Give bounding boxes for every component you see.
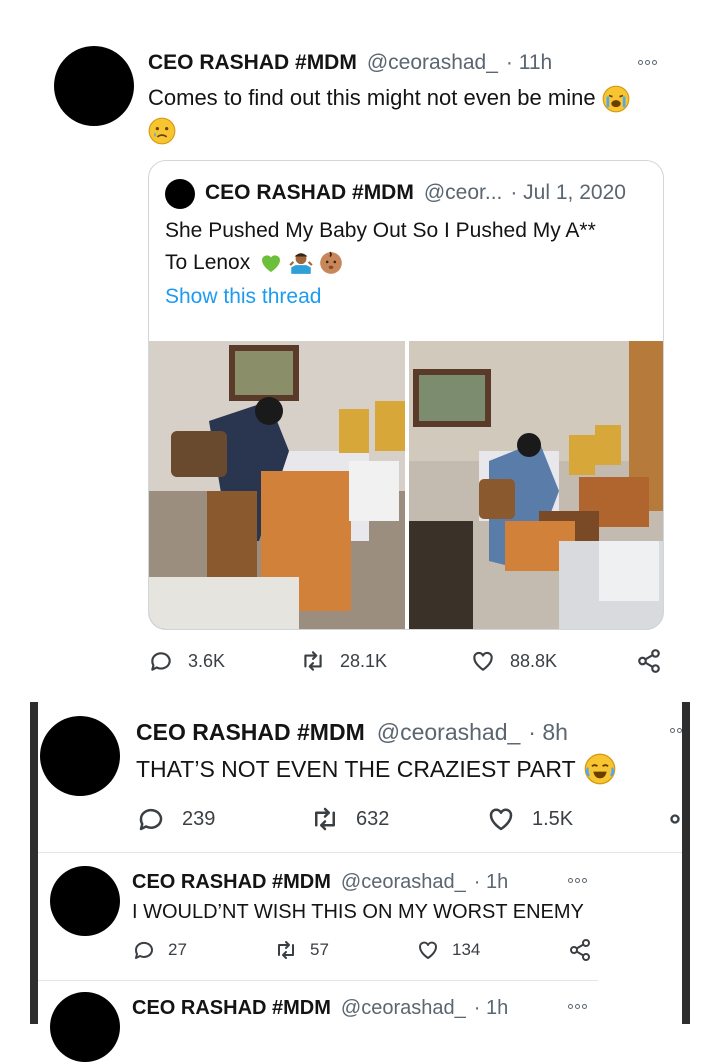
share-icon xyxy=(670,814,680,824)
like-button[interactable]: 88.8K xyxy=(470,648,557,674)
tweet-text-content: THAT’S NOT EVEN THE CRAZIEST PART xyxy=(136,755,576,782)
reply-button[interactable]: 239 xyxy=(136,804,215,834)
author-handle[interactable]: @ceorashad_ xyxy=(367,51,498,75)
retweet-button[interactable]: 632 xyxy=(310,804,389,834)
share-button[interactable] xyxy=(668,804,682,834)
quoted-date: · Jul 1, 2020 xyxy=(510,181,626,204)
like-count: 1.5K xyxy=(532,807,574,830)
avatar[interactable] xyxy=(40,716,120,796)
author-handle[interactable]: @ceorashad_ xyxy=(341,997,466,1020)
reply-icon xyxy=(136,804,166,834)
tweet-header: CEO RASHAD #MDM @ceorashad_ · 1h xyxy=(132,868,508,896)
show-thread-link[interactable]: Show this thread xyxy=(165,285,321,309)
reply-count: 239 xyxy=(182,807,216,830)
quoted-photo-2[interactable] xyxy=(409,341,663,629)
like-button[interactable]: 1.5K xyxy=(486,804,573,834)
retweet-icon xyxy=(274,938,298,962)
like-icon xyxy=(486,804,516,834)
author-name[interactable]: CEO RASHAD #MDM xyxy=(136,719,365,746)
like-count: 88.8K xyxy=(510,650,558,671)
reply-button[interactable]: 27 xyxy=(132,938,187,962)
retweet-icon xyxy=(310,804,340,834)
like-icon xyxy=(416,938,440,962)
author-name[interactable]: CEO RASHAD #MDM xyxy=(132,997,331,1020)
face-with-tears-of-joy-icon xyxy=(584,753,616,785)
author-handle[interactable]: @ceorashad_ xyxy=(341,871,466,894)
tweet-text-content: I WOULD’NT WISH THIS ON MY WORST ENEMY xyxy=(132,901,584,923)
retweet-count: 28.1K xyxy=(340,650,388,671)
like-button[interactable]: 134 xyxy=(416,938,480,962)
share-icon xyxy=(568,938,592,962)
retweet-button[interactable]: 28.1K xyxy=(300,648,387,674)
frame-left-edge xyxy=(30,702,38,1024)
tweet-text-content: Comes to find out this might not even be… xyxy=(148,85,596,110)
timestamp[interactable]: · 1h xyxy=(474,997,508,1020)
loudly-crying-face-icon xyxy=(602,85,630,113)
reply-count: 3.6K xyxy=(188,650,226,671)
share-button[interactable] xyxy=(636,648,662,674)
retweet-count: 632 xyxy=(356,807,390,830)
avatar[interactable] xyxy=(50,992,120,1062)
like-count: 134 xyxy=(452,940,481,959)
crying-face-icon xyxy=(148,117,176,145)
reply-button[interactable]: 3.6K xyxy=(148,648,225,674)
tweet-header: CEO RASHAD #MDM @ceorashad_ · 1h xyxy=(132,994,508,1022)
retweet-icon xyxy=(300,648,326,674)
quoted-tweet-card[interactable]: CEO RASHAD #MDM @ceor... · Jul 1, 2020 S… xyxy=(148,160,664,630)
avatar[interactable] xyxy=(54,46,134,126)
quoted-photo-1[interactable] xyxy=(149,341,405,629)
quoted-author-handle: @ceor... xyxy=(423,181,503,204)
share-button[interactable] xyxy=(568,938,592,962)
reply-icon xyxy=(132,938,156,962)
timestamp[interactable]: · 8h xyxy=(528,719,568,746)
baby-icon xyxy=(320,251,343,274)
reply-icon xyxy=(148,648,174,674)
more-icon[interactable] xyxy=(670,728,682,733)
timestamp[interactable]: · 11h xyxy=(506,51,552,75)
green-heart-icon xyxy=(262,255,281,272)
more-icon[interactable] xyxy=(638,60,657,65)
quoted-author-name: CEO RASHAD #MDM xyxy=(205,181,414,204)
share-icon xyxy=(636,648,662,674)
man-shrugging-icon xyxy=(289,253,313,274)
like-icon xyxy=(470,648,496,674)
divider xyxy=(38,980,598,981)
author-name[interactable]: CEO RASHAD #MDM xyxy=(148,51,357,75)
retweet-button[interactable]: 57 xyxy=(274,938,329,962)
retweet-count: 57 xyxy=(310,940,329,959)
avatar[interactable] xyxy=(50,866,120,936)
more-icon[interactable] xyxy=(568,878,587,883)
quoted-text: She Pushed My Baby Out So I Pushed My A*… xyxy=(165,215,655,279)
quoted-avatar xyxy=(165,179,195,209)
more-icon[interactable] xyxy=(568,1004,587,1009)
quoted-header: CEO RASHAD #MDM @ceor... · Jul 1, 2020 xyxy=(205,177,626,209)
tweet-header: CEO RASHAD #MDM @ceorashad_ · 11h xyxy=(148,48,552,78)
author-name[interactable]: CEO RASHAD #MDM xyxy=(132,871,331,894)
tweet-text: THAT’S NOT EVEN THE CRAZIEST PART xyxy=(136,752,616,786)
tweet-header: CEO RASHAD #MDM @ceorashad_ · 8h xyxy=(136,716,568,748)
author-handle[interactable]: @ceorashad_ xyxy=(377,719,521,746)
reply-count: 27 xyxy=(168,940,187,959)
divider xyxy=(38,852,682,853)
frame-right-edge xyxy=(682,702,690,1024)
timestamp[interactable]: · 1h xyxy=(474,871,508,894)
quoted-text-line2: To Lenox xyxy=(165,251,251,274)
tweet-text: Comes to find out this might not even be… xyxy=(148,82,668,146)
quoted-text-line1: She Pushed My Baby Out So I Pushed My A*… xyxy=(165,219,596,242)
